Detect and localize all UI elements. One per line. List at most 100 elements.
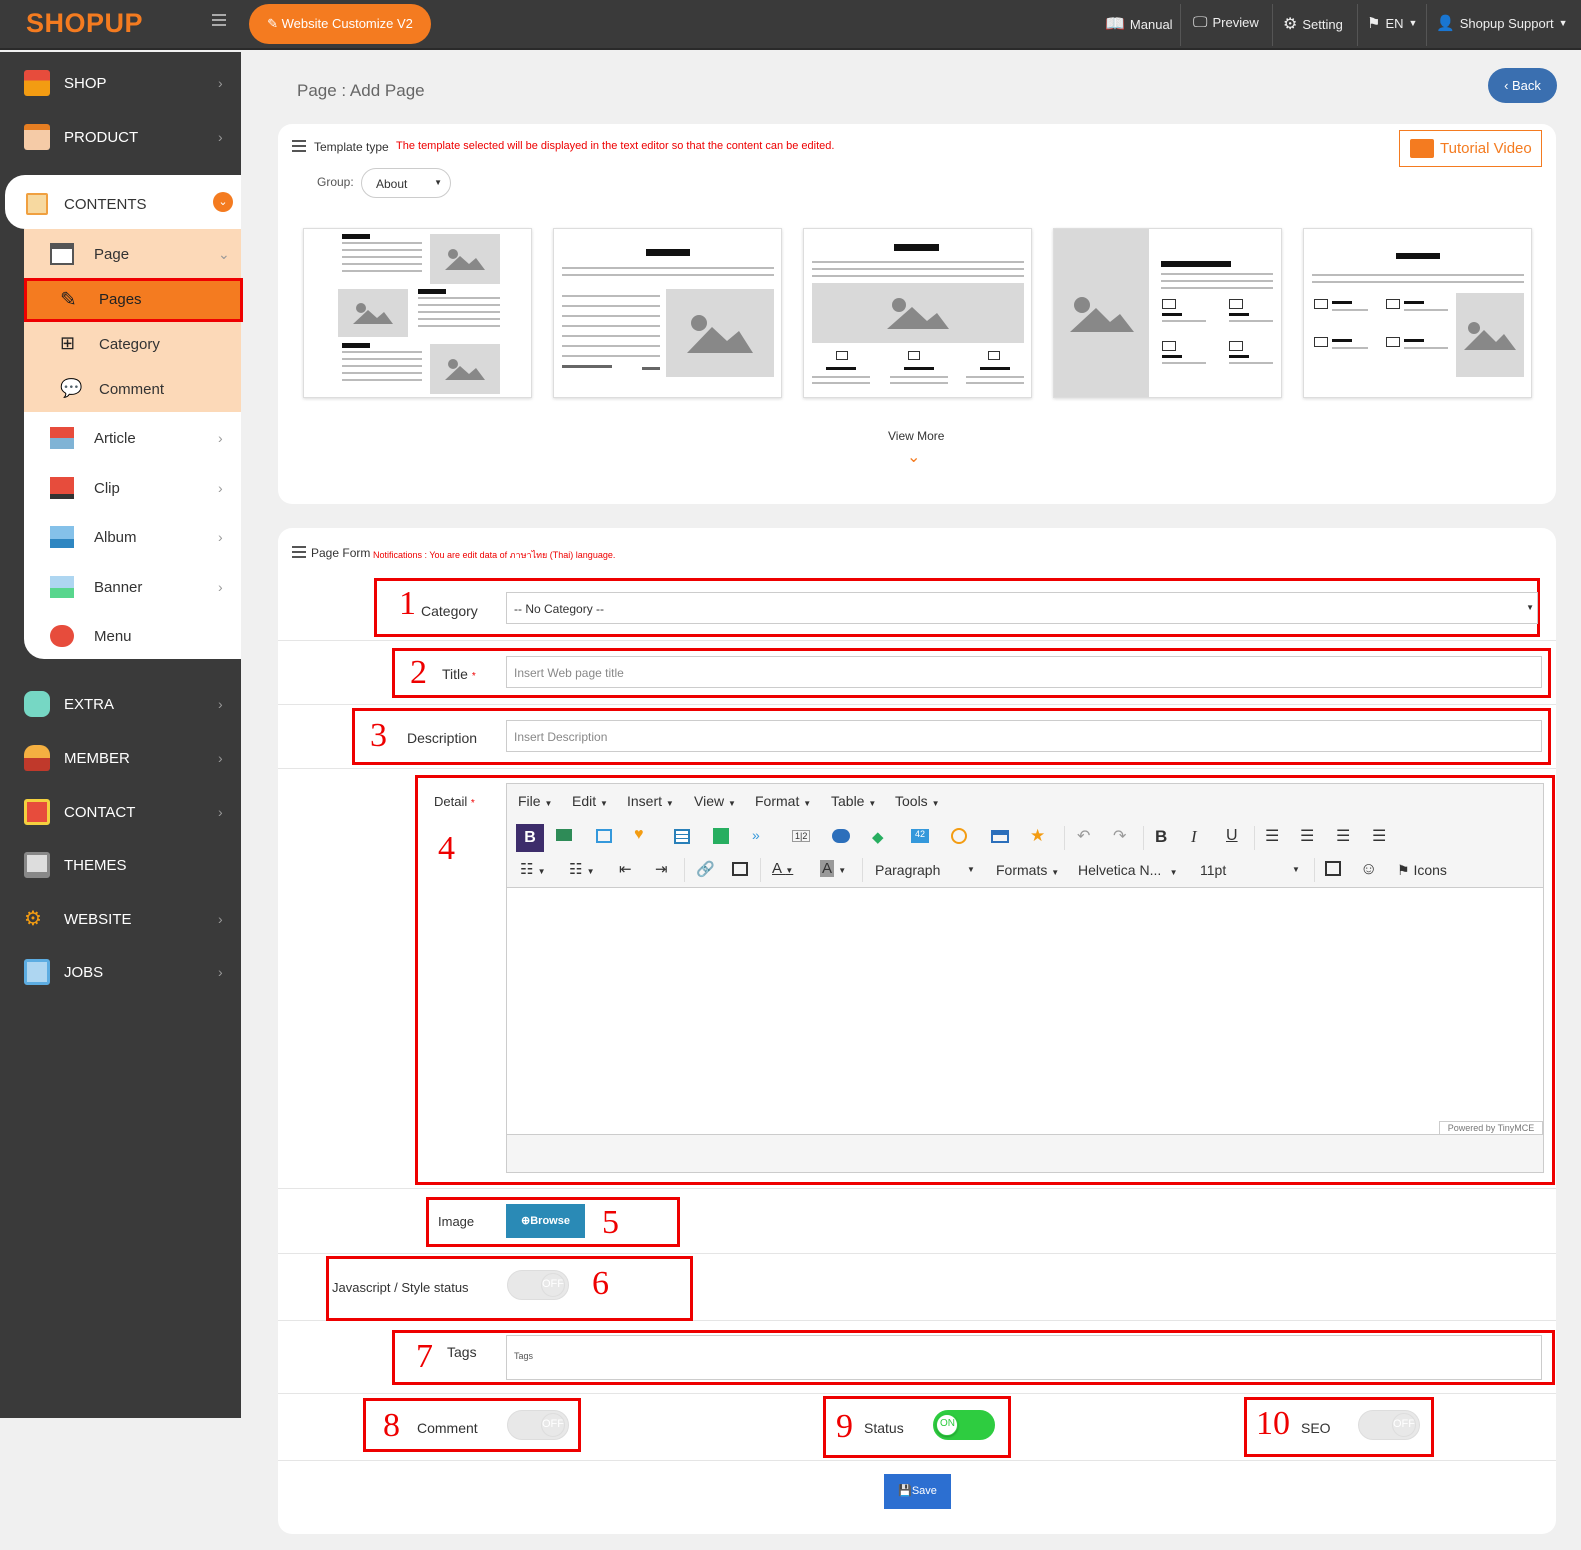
insert-image-icon[interactable] — [732, 862, 748, 876]
tag-icon[interactable]: ◆ — [872, 828, 884, 846]
indent-icon[interactable]: ⇥ — [655, 860, 668, 878]
sidebar-item-menu[interactable]: Menu — [24, 613, 241, 659]
seo-toggle[interactable]: OFF — [1358, 1410, 1420, 1440]
menu-table[interactable]: Table ▼ — [831, 793, 876, 823]
menu-insert[interactable]: Insert ▼ — [627, 793, 674, 823]
arrow-button-icon[interactable] — [832, 829, 850, 843]
website-customize-button[interactable]: ✎ Website Customize V2 — [249, 4, 431, 44]
menu-toggle-icon[interactable] — [212, 14, 226, 28]
keyboard-icon[interactable] — [1325, 861, 1341, 876]
sidebar-item-comment[interactable]: 💬 Comment — [24, 366, 241, 412]
menu-format[interactable]: Format ▼ — [755, 793, 811, 823]
support-dropdown[interactable]: 👤 Shopup Support ▼ — [1436, 14, 1568, 32]
numbered-list-icon[interactable]: ☷ ▼ — [569, 860, 595, 878]
sidebar-label: THEMES — [64, 856, 127, 874]
sidebar-item-jobs[interactable]: JOBS › — [0, 945, 241, 999]
sidebar-item-shop[interactable]: SHOP › — [0, 56, 241, 110]
sidebar-item-clip[interactable]: Clip › — [24, 465, 241, 511]
shopup-logo[interactable]: SHOPUP — [26, 8, 143, 39]
caret-down-icon: ▼ — [1558, 18, 1568, 28]
template-thumbnail[interactable] — [1303, 228, 1532, 398]
comment-toggle[interactable]: OFF — [507, 1410, 569, 1440]
font-family-select[interactable]: Helvetica N... ▼ — [1078, 862, 1178, 878]
template-thumbnail[interactable] — [1053, 228, 1282, 398]
undo-icon[interactable]: ↶ — [1077, 826, 1090, 846]
plugin-icon[interactable] — [556, 829, 572, 841]
sidebar-item-extra[interactable]: EXTRA › — [0, 677, 241, 731]
star-icon[interactable]: ★ — [1030, 826, 1045, 846]
sidebar-item-website[interactable]: ⚙ WEBSITE › — [0, 892, 241, 946]
tutorial-video-button[interactable]: Tutorial Video — [1399, 130, 1542, 167]
panel-icon[interactable] — [991, 830, 1009, 843]
sidebar-item-article[interactable]: Article › — [24, 415, 241, 461]
underline-icon[interactable]: U — [1226, 827, 1238, 845]
chevron-down-icon[interactable]: ⌄ — [907, 447, 920, 467]
sidebar-item-member[interactable]: MEMBER › — [0, 731, 241, 785]
icons-button[interactable]: ⚑ Icons — [1397, 862, 1447, 879]
background-color-icon[interactable]: A ▼ — [820, 860, 846, 877]
description-input[interactable]: Insert Description — [506, 720, 1542, 752]
status-toggle[interactable]: ON — [933, 1410, 995, 1440]
menu-tools[interactable]: Tools ▼ — [895, 793, 940, 823]
formats-select[interactable]: Formats ▼ — [996, 862, 1059, 878]
tags-input[interactable]: Tags — [506, 1335, 1542, 1380]
sidebar-item-page[interactable]: Page ⌄ — [24, 231, 241, 277]
italic-icon[interactable]: I — [1191, 827, 1197, 847]
font-size-select[interactable]: 11pt ▼ — [1200, 862, 1300, 878]
preview-link[interactable]: 🖵 Preview — [1193, 14, 1259, 31]
image-plugin-icon[interactable] — [596, 829, 612, 843]
browse-button[interactable]: ⊕Browse — [506, 1204, 585, 1238]
fraction-icon[interactable]: 1|2 — [792, 830, 811, 842]
chevron-down-circle-icon[interactable]: ⌄ — [213, 192, 233, 212]
bold-template-button[interactable]: B — [516, 824, 544, 852]
editor-content-area[interactable] — [507, 887, 1543, 1135]
js-style-toggle[interactable]: OFF — [507, 1270, 569, 1300]
align-center-icon[interactable]: ☰ — [1300, 826, 1314, 846]
sidebar-item-banner[interactable]: Banner › — [24, 564, 241, 610]
menu-edit[interactable]: Edit ▼ — [572, 793, 608, 823]
align-justify-icon[interactable]: ☰ — [1372, 826, 1386, 846]
redo-icon[interactable]: ↷ — [1113, 826, 1126, 846]
number-badge-icon[interactable]: 42 — [911, 829, 929, 843]
sidebar-item-themes[interactable]: THEMES — [0, 838, 241, 892]
title-input[interactable]: Insert Web page title — [506, 656, 1542, 688]
sidebar-item-contact[interactable]: CONTACT › — [0, 785, 241, 839]
category-select[interactable]: -- No Category -- ▼ — [506, 592, 1538, 624]
align-right-icon[interactable]: ☰ — [1336, 826, 1350, 846]
bullet-list-icon[interactable]: ☷ ▼ — [520, 860, 546, 878]
menu-view[interactable]: View ▼ — [694, 793, 736, 823]
manual-link[interactable]: 📖 Manual — [1105, 14, 1173, 34]
link-icon[interactable]: 🔗 — [696, 860, 715, 878]
template-thumbnail[interactable] — [803, 228, 1032, 398]
menu-file[interactable]: File ▼ — [518, 793, 552, 823]
setting-link[interactable]: ⚙ Setting — [1283, 14, 1343, 34]
detail-label: Detail — [434, 794, 468, 809]
sidebar-item-album[interactable]: Album › — [24, 514, 241, 560]
template-thumbnail[interactable] — [553, 228, 782, 398]
image-label: Image — [438, 1214, 475, 1229]
back-button[interactable]: ‹ Back — [1488, 68, 1557, 103]
menu-label: Format — [755, 793, 800, 809]
language-dropdown[interactable]: ⚑ EN ▼ — [1367, 14, 1417, 32]
template-thumbnail[interactable] — [303, 228, 532, 398]
setting-label: Setting — [1302, 16, 1343, 32]
sidebar-item-product[interactable]: PRODUCT › — [0, 110, 241, 164]
forward-icon[interactable]: » — [752, 827, 760, 843]
sidebar-label: MEMBER — [64, 749, 130, 767]
paragraph-select[interactable]: Paragraph ▼ — [875, 862, 975, 878]
save-button[interactable]: 💾Save — [884, 1474, 951, 1509]
bold-icon[interactable]: B — [1155, 827, 1167, 847]
sidebar-label: SHOP — [64, 74, 107, 92]
emoticon-icon[interactable]: ☺ — [1360, 859, 1377, 879]
group-select[interactable]: About ▼ — [361, 168, 451, 198]
outdent-icon[interactable]: ⇤ — [619, 860, 632, 878]
sidebar-item-pages[interactable]: ✎ Pages — [24, 278, 243, 322]
alert-icon[interactable] — [951, 828, 967, 844]
table-icon[interactable] — [674, 829, 690, 844]
sidebar-item-category[interactable]: ⊞ Category — [24, 321, 241, 367]
view-more-link[interactable]: View More — [888, 429, 944, 443]
layout-icon[interactable] — [713, 828, 729, 844]
heart-icon[interactable]: ♥ — [634, 826, 644, 844]
text-color-icon[interactable]: A ▼ — [772, 860, 793, 877]
align-left-icon[interactable]: ☰ — [1265, 826, 1279, 846]
